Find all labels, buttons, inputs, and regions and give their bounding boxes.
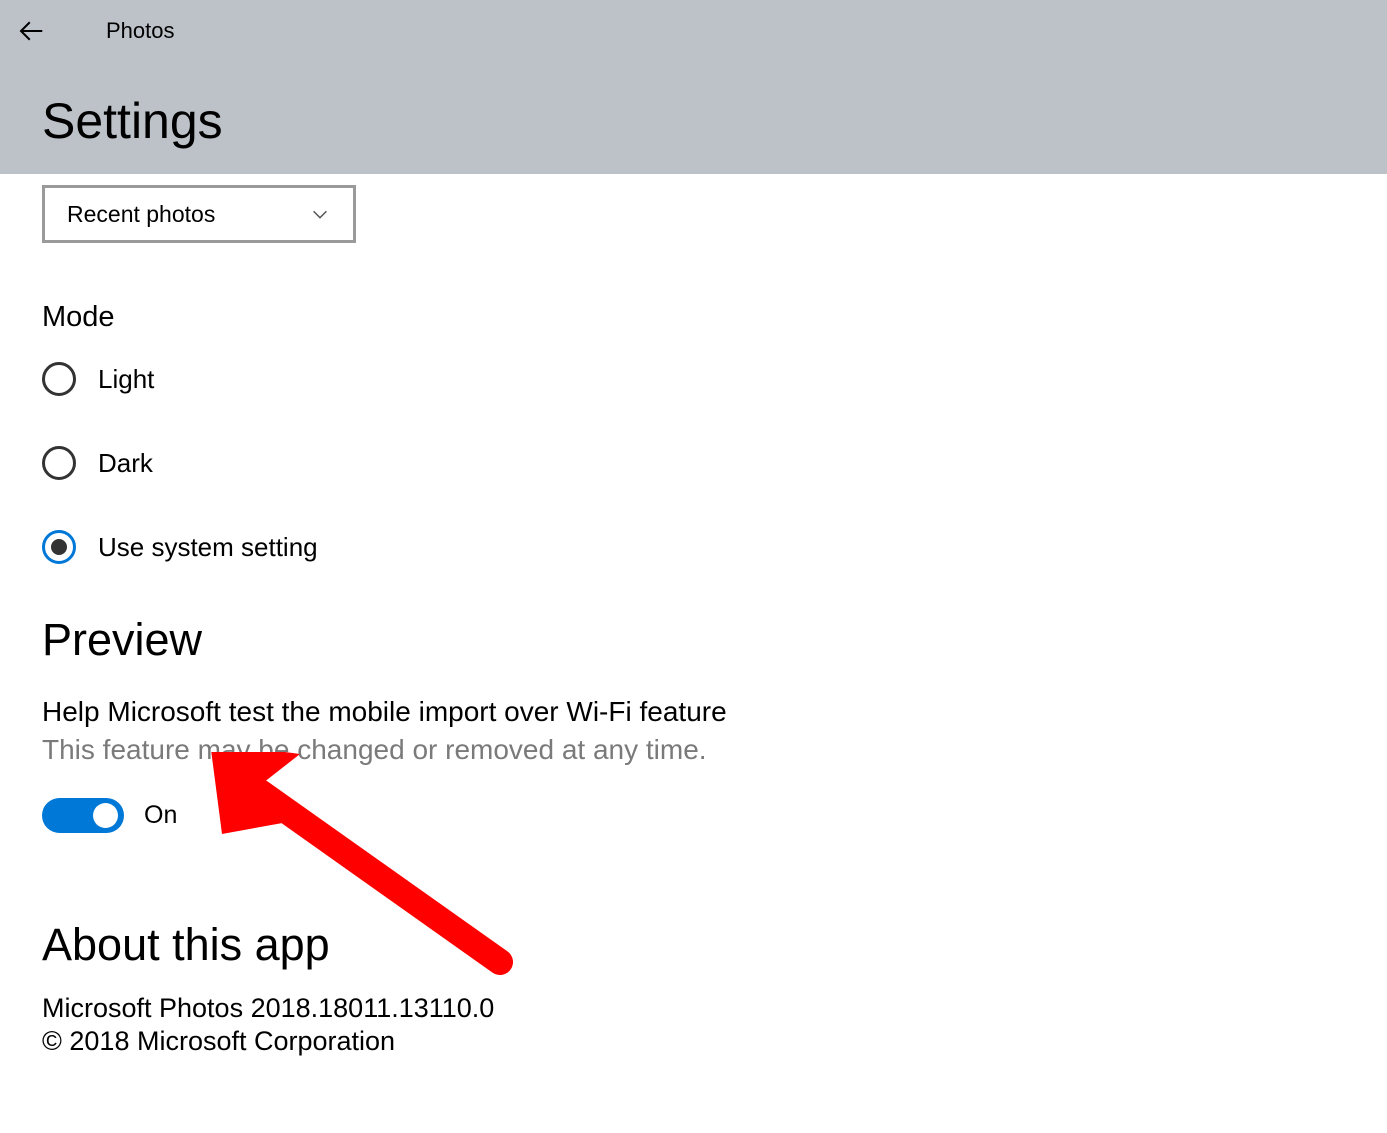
about-version: Microsoft Photos 2018.18011.13110.0: [42, 993, 1345, 1024]
preview-toggle-label: On: [144, 801, 177, 830]
tile-dropdown-value: Recent photos: [67, 201, 215, 228]
preview-feature-title: Help Microsoft test the mobile import ov…: [42, 696, 1345, 728]
titlebar: Photos: [0, 0, 1387, 62]
mode-radio-dark[interactable]: Dark: [42, 446, 1345, 480]
preview-toggle-row: On: [42, 798, 1345, 833]
page-title: Settings: [42, 92, 1387, 150]
back-arrow-icon: [16, 16, 46, 46]
mode-radio-group: Light Dark Use system setting: [42, 362, 1345, 564]
mode-radio-system[interactable]: Use system setting: [42, 530, 1345, 564]
radio-label: Dark: [98, 448, 153, 479]
settings-content: The app tile shows Recent photos Mode Li…: [0, 174, 1387, 1057]
header-region: Photos Settings: [0, 0, 1387, 174]
content-scroll-region[interactable]: The app tile shows Recent photos Mode Li…: [0, 174, 1387, 1133]
preview-toggle[interactable]: [42, 798, 124, 833]
tile-dropdown[interactable]: Recent photos: [42, 185, 356, 243]
radio-icon: [42, 446, 76, 480]
radio-icon: [42, 530, 76, 564]
back-button[interactable]: [0, 0, 62, 62]
toggle-knob-icon: [93, 803, 118, 828]
mode-heading: Mode: [42, 301, 1345, 334]
preview-feature-subtitle: This feature may be changed or removed a…: [42, 734, 1345, 766]
chevron-down-icon: [309, 203, 331, 225]
radio-label: Use system setting: [98, 532, 318, 563]
about-heading: About this app: [42, 919, 1345, 971]
about-copyright: © 2018 Microsoft Corporation: [42, 1026, 1345, 1057]
mode-radio-light[interactable]: Light: [42, 362, 1345, 396]
radio-label: Light: [98, 364, 154, 395]
radio-icon: [42, 362, 76, 396]
app-title: Photos: [106, 18, 175, 44]
preview-heading: Preview: [42, 614, 1345, 666]
